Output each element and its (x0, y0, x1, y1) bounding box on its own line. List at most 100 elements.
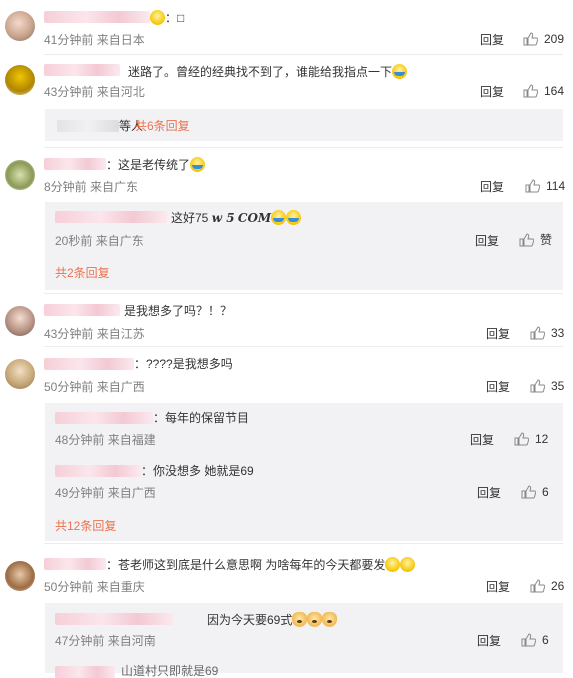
laugh-emoji-icon (392, 64, 408, 79)
sub-username[interactable] (55, 666, 115, 678)
like-button[interactable]: 赞 (519, 233, 552, 247)
like-button[interactable]: 164 (523, 84, 564, 98)
sub-comment-meta: 20秒前 来自广东 (55, 234, 144, 248)
sub-comment-meta: 48分钟前 来自福建 (55, 433, 156, 447)
comment-item: 迷路了。曾经的经典找不到了，谁能给我指点一下 43分钟前 来自河北 回复 164… (0, 55, 573, 145)
like-count: 6 (542, 485, 549, 499)
crown-emoji-icon (150, 10, 165, 25)
sub-username[interactable] (55, 412, 153, 424)
comment-meta: 43分钟前 来自江苏 (44, 327, 145, 341)
like-button[interactable]: 209 (523, 32, 564, 46)
like-count: 164 (544, 84, 565, 98)
comment-text: 迷路了。曾经的经典找不到了，谁能给我指点一下 (128, 64, 408, 79)
laugh-emoji-icon (286, 210, 302, 225)
like-button[interactable]: 6 (521, 485, 549, 499)
comment-text: ：????是我想多吗 (134, 357, 233, 371)
avatar[interactable] (5, 306, 35, 336)
sub-comment-text: ：你没想多 她就是69 (141, 464, 254, 478)
like-button[interactable]: 114 (525, 179, 565, 193)
thumbs-up-icon (519, 233, 534, 247)
sub-comment-text: 因为今天要69式 (207, 612, 338, 627)
sub-comment-text-partial: 山道村只即就是69 (121, 664, 219, 678)
reply-button[interactable]: 回复 (470, 433, 494, 447)
avatar[interactable] (5, 359, 35, 389)
sub-username[interactable] (55, 613, 173, 625)
like-count: 114 (546, 179, 566, 193)
comment-item: ：苍老师这到底是什么意思啊 为啥每年的今天都要发 50分钟前 来自重庆 回复 2… (0, 544, 573, 678)
reply-button[interactable]: 回复 (477, 634, 501, 648)
like-count: 35 (551, 379, 565, 393)
thumbs-up-icon (523, 84, 538, 98)
like-count: 赞 (540, 233, 553, 247)
smile-emoji-icon (400, 557, 416, 572)
laugh-emoji-icon (271, 210, 287, 225)
like-button[interactable]: 6 (521, 633, 549, 647)
comment-item: 是我想多了吗？！？ 43分钟前 来自江苏 回复 33 (0, 294, 573, 346)
more-replies-link[interactable]: 共12条回复 (55, 519, 116, 533)
username[interactable] (44, 11, 150, 23)
comment-meta: 41分钟前 来自日本 (44, 33, 145, 47)
comment-text: ：这是老传统了 (106, 157, 206, 172)
sub-replies: 这好75 w 5 COM 20秒前 来自广东 回复 赞 共2条回复 (45, 202, 563, 290)
sub-comment-meta: 47分钟前 来自河南 (55, 634, 156, 648)
avatar[interactable] (5, 65, 35, 95)
comment-meta: 8分钟前 来自广东 (44, 180, 139, 194)
thumbs-up-icon (521, 633, 536, 647)
reply-button[interactable]: 回复 (480, 85, 504, 99)
thumbs-up-icon (530, 326, 545, 340)
comment-item: ：????是我想多吗 50分钟前 来自广西 回复 35 ：每年的保留节目 48分… (0, 347, 573, 543)
thumbs-up-icon (521, 485, 536, 499)
reply-button[interactable]: 回复 (480, 180, 504, 194)
reply-button[interactable]: 回复 (486, 327, 510, 341)
laugh-emoji-icon (190, 157, 206, 172)
reply-button[interactable]: 回复 (475, 234, 499, 248)
comment-text: ：苍老师这到底是什么意思啊 为啥每年的今天都要发 (106, 557, 416, 572)
reply-summary[interactable]: 等人 共6条回复 (45, 109, 563, 141)
username[interactable] (44, 158, 106, 170)
sub-username[interactable] (55, 211, 167, 223)
replier-names (57, 120, 119, 132)
username[interactable] (44, 558, 106, 570)
thumbs-up-icon (523, 32, 538, 46)
more-replies-link[interactable]: 共2条回复 (55, 266, 110, 280)
username[interactable] (44, 304, 120, 316)
comment-meta: 50分钟前 来自重庆 (44, 580, 145, 594)
reply-button[interactable]: 回复 (486, 580, 510, 594)
dog-emoji-icon (292, 612, 308, 627)
like-button[interactable]: 12 (514, 432, 548, 446)
dog-emoji-icon (307, 612, 323, 627)
thumbs-up-icon (514, 432, 529, 446)
reply-button[interactable]: 回复 (486, 380, 510, 394)
like-count: 12 (535, 432, 549, 446)
sub-replies: 因为今天要69式 47分钟前 来自河南 回复 6 山道村只即就是69 (45, 603, 563, 678)
like-button[interactable]: 26 (530, 579, 564, 593)
comment-text: ：□ (150, 10, 184, 25)
comment-meta: 50分钟前 来自广西 (44, 380, 145, 394)
like-count: 6 (542, 633, 549, 647)
reply-button[interactable]: 回复 (477, 486, 501, 500)
like-count: 26 (551, 579, 565, 593)
reply-button[interactable]: 回复 (480, 33, 504, 47)
like-button[interactable]: 35 (530, 379, 564, 393)
avatar[interactable] (5, 11, 35, 41)
like-count: 33 (551, 326, 565, 340)
username[interactable] (44, 64, 120, 76)
thumbs-up-icon (530, 379, 545, 393)
username[interactable] (44, 358, 134, 370)
comment-item: ：这是老传统了 8分钟前 来自广东 回复 114 这好75 w 5 COM 20… (0, 148, 573, 293)
more-replies-link[interactable]: 共6条回复 (135, 119, 190, 133)
sub-username[interactable] (55, 465, 141, 477)
avatar[interactable] (5, 561, 35, 591)
comment-item: ：□ 41分钟前 来自日本 回复 209 (0, 0, 573, 54)
sub-comment-text: ：每年的保留节目 (153, 411, 250, 425)
like-count: 209 (544, 32, 565, 46)
avatar[interactable] (5, 160, 35, 190)
comment-text: 是我想多了吗？！？ (124, 304, 233, 318)
thumbs-up-icon (525, 179, 540, 193)
comment-meta: 43分钟前 来自河北 (44, 85, 145, 99)
dog-emoji-icon (322, 612, 338, 627)
thumbs-up-icon (530, 579, 545, 593)
sub-comment-meta: 49分钟前 来自广西 (55, 486, 156, 500)
like-button[interactable]: 33 (530, 326, 564, 340)
smile-emoji-icon (385, 557, 401, 572)
